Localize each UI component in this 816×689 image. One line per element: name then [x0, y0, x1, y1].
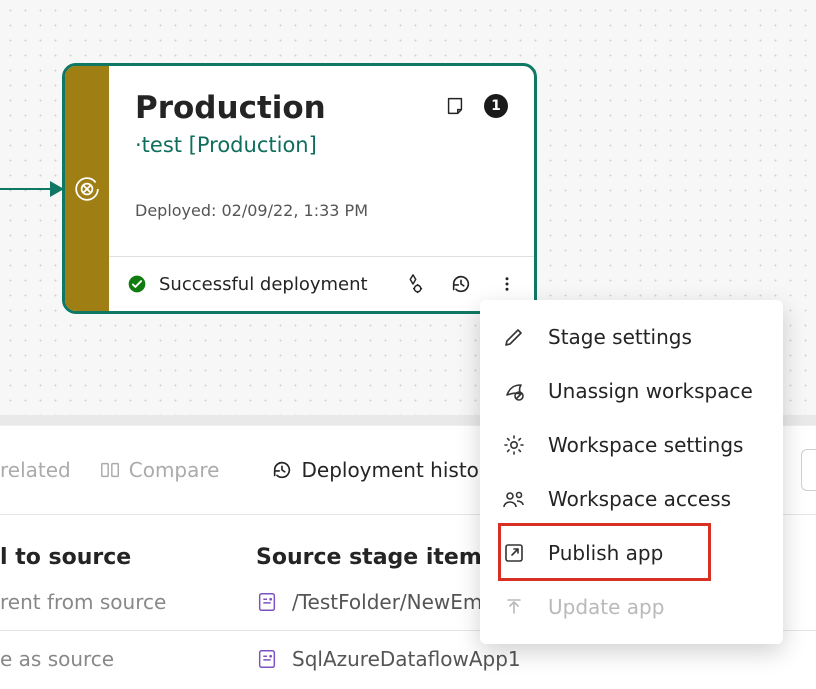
external-icon — [502, 541, 526, 565]
toolbar-history-label: Deployment history — [301, 458, 498, 482]
menu-item-label: Update app — [548, 595, 664, 619]
stage-card-production[interactable]: Production 1 ·test [Production] Deployed… — [62, 63, 537, 314]
menu-item-label: Publish app — [548, 541, 663, 565]
toolbar-related-label: related — [0, 458, 71, 482]
compare-icon — [99, 459, 121, 481]
pencil-icon — [502, 325, 526, 349]
menu-item-label: Workspace settings — [548, 433, 743, 457]
menu-item-label: Workspace access — [548, 487, 731, 511]
success-check-icon — [127, 274, 147, 294]
menu-item-label: Unassign workspace — [548, 379, 753, 403]
note-icon[interactable] — [444, 95, 466, 117]
upload-icon — [502, 595, 526, 619]
menu-item-people[interactable]: Workspace access — [480, 472, 783, 526]
menu-item-upload: Update app — [480, 580, 783, 634]
toolbar-compare: Compare — [99, 458, 220, 482]
row-left-text: rent from source — [0, 590, 256, 614]
menu-item-gear[interactable]: Workspace settings — [480, 418, 783, 472]
toolbar-deployment-history[interactable]: Deployment history — [271, 458, 498, 482]
notification-count: 1 — [491, 98, 501, 114]
stage-connector-arrow — [0, 188, 62, 190]
more-options-icon[interactable] — [498, 273, 516, 295]
row-file-name: SqlAzureDataflowApp1 — [292, 647, 521, 671]
stage-deployed-timestamp: Deployed: 02/09/22, 1:33 PM — [135, 201, 508, 220]
menu-item-pencil[interactable]: Stage settings — [480, 310, 783, 364]
stage-subtitle: ·test [Production] — [135, 133, 508, 157]
stage-options-menu: Stage settings Unassign workspace Workspac… — [480, 300, 783, 644]
dataflow-file-icon — [256, 648, 278, 670]
history-icon[interactable] — [450, 273, 472, 295]
column-header-left: l to source — [0, 545, 256, 570]
row-left-text: e as source — [0, 647, 256, 671]
deployment-status-text: Successful deployment — [159, 274, 390, 295]
stage-strip — [65, 66, 109, 311]
toolbar-overflow-stub[interactable] — [801, 449, 816, 491]
history-icon — [271, 459, 293, 481]
stage-card-body: Production 1 ·test [Production] Deployed… — [109, 66, 534, 311]
stage-card-footer: Successful deployment — [109, 256, 534, 311]
sync-status-icon — [74, 176, 100, 202]
dataflow-file-icon — [256, 591, 278, 613]
toolbar-compare-label: Compare — [129, 458, 220, 482]
unassign-icon — [502, 379, 526, 403]
deployment-rules-icon[interactable] — [402, 273, 424, 295]
people-icon — [502, 487, 526, 511]
menu-item-unassign[interactable]: Unassign workspace — [480, 364, 783, 418]
gear-icon — [502, 433, 526, 457]
menu-item-label: Stage settings — [548, 325, 692, 349]
toolbar-related: related — [0, 458, 71, 482]
menu-item-external[interactable]: Publish app — [480, 526, 783, 580]
notification-badge[interactable]: 1 — [484, 94, 508, 118]
stage-title: Production — [135, 90, 444, 127]
